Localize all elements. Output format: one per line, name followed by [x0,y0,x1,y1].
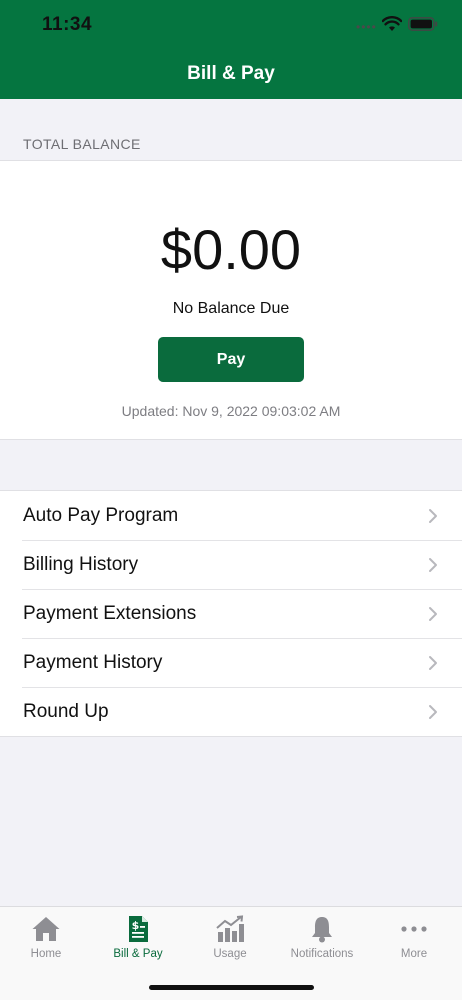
balance-card: $0.00 No Balance Due Pay Updated: Nov 9,… [0,160,462,440]
tab-notifications[interactable]: Notifications [276,907,368,967]
bill-menu-list: Auto Pay Program Billing History Payment… [0,490,462,737]
chevron-right-icon [429,509,437,523]
balance-amount: $0.00 [160,218,302,281]
balance-status: No Balance Due [172,300,290,317]
bill-icon: $ [129,916,148,942]
menu-item-label: Payment Extensions [23,603,197,624]
menu-item-label: Billing History [23,554,139,575]
menu-item-billing-history[interactable]: Billing History [0,540,462,589]
tab-label: Home [30,948,62,960]
tab-usage[interactable]: Usage [184,907,276,967]
home-icon [32,917,60,941]
tab-more[interactable]: More [368,907,460,967]
pay-button[interactable]: Pay [158,337,304,382]
svg-text:$: $ [132,919,140,932]
menu-item-label: Round Up [23,701,109,722]
status-time: 11:34 [42,14,93,35]
tab-label: More [400,948,428,960]
menu-item-label: Payment History [23,652,163,673]
chevron-right-icon [429,656,437,670]
more-dots-icon [401,926,427,932]
tab-label: Usage [213,948,247,960]
tab-label: Notifications [290,948,354,960]
bell-icon [312,917,332,943]
chevron-right-icon [429,705,437,719]
cellular-signal-icon: •••• [356,20,377,34]
tab-home[interactable]: Home [0,907,92,967]
menu-item-round-up[interactable]: Round Up [0,687,462,736]
updated-timestamp: Updated: Nov 9, 2022 09:03:02 AM [121,403,341,419]
screen: 11:34 •••• Bill & Pay TOTAL BALANCE $0.0… [0,0,462,1000]
total-balance-label: TOTAL BALANCE [23,136,141,152]
chevron-right-icon [429,607,437,621]
battery-icon [408,17,438,31]
usage-chart-icon [216,915,244,942]
header: 11:34 •••• Bill & Pay [0,0,462,99]
page-title: Bill & Pay [187,63,275,84]
tab-bill-and-pay[interactable]: $ Bill & Pay [92,907,184,967]
chevron-right-icon [429,558,437,572]
menu-item-label: Auto Pay Program [23,505,179,526]
home-indicator [149,985,314,990]
menu-item-auto-pay-program[interactable]: Auto Pay Program [0,491,462,540]
tab-label: Bill & Pay [113,948,163,960]
wifi-icon [382,16,402,31]
menu-item-payment-extensions[interactable]: Payment Extensions [0,589,462,638]
menu-item-payment-history[interactable]: Payment History [0,638,462,687]
